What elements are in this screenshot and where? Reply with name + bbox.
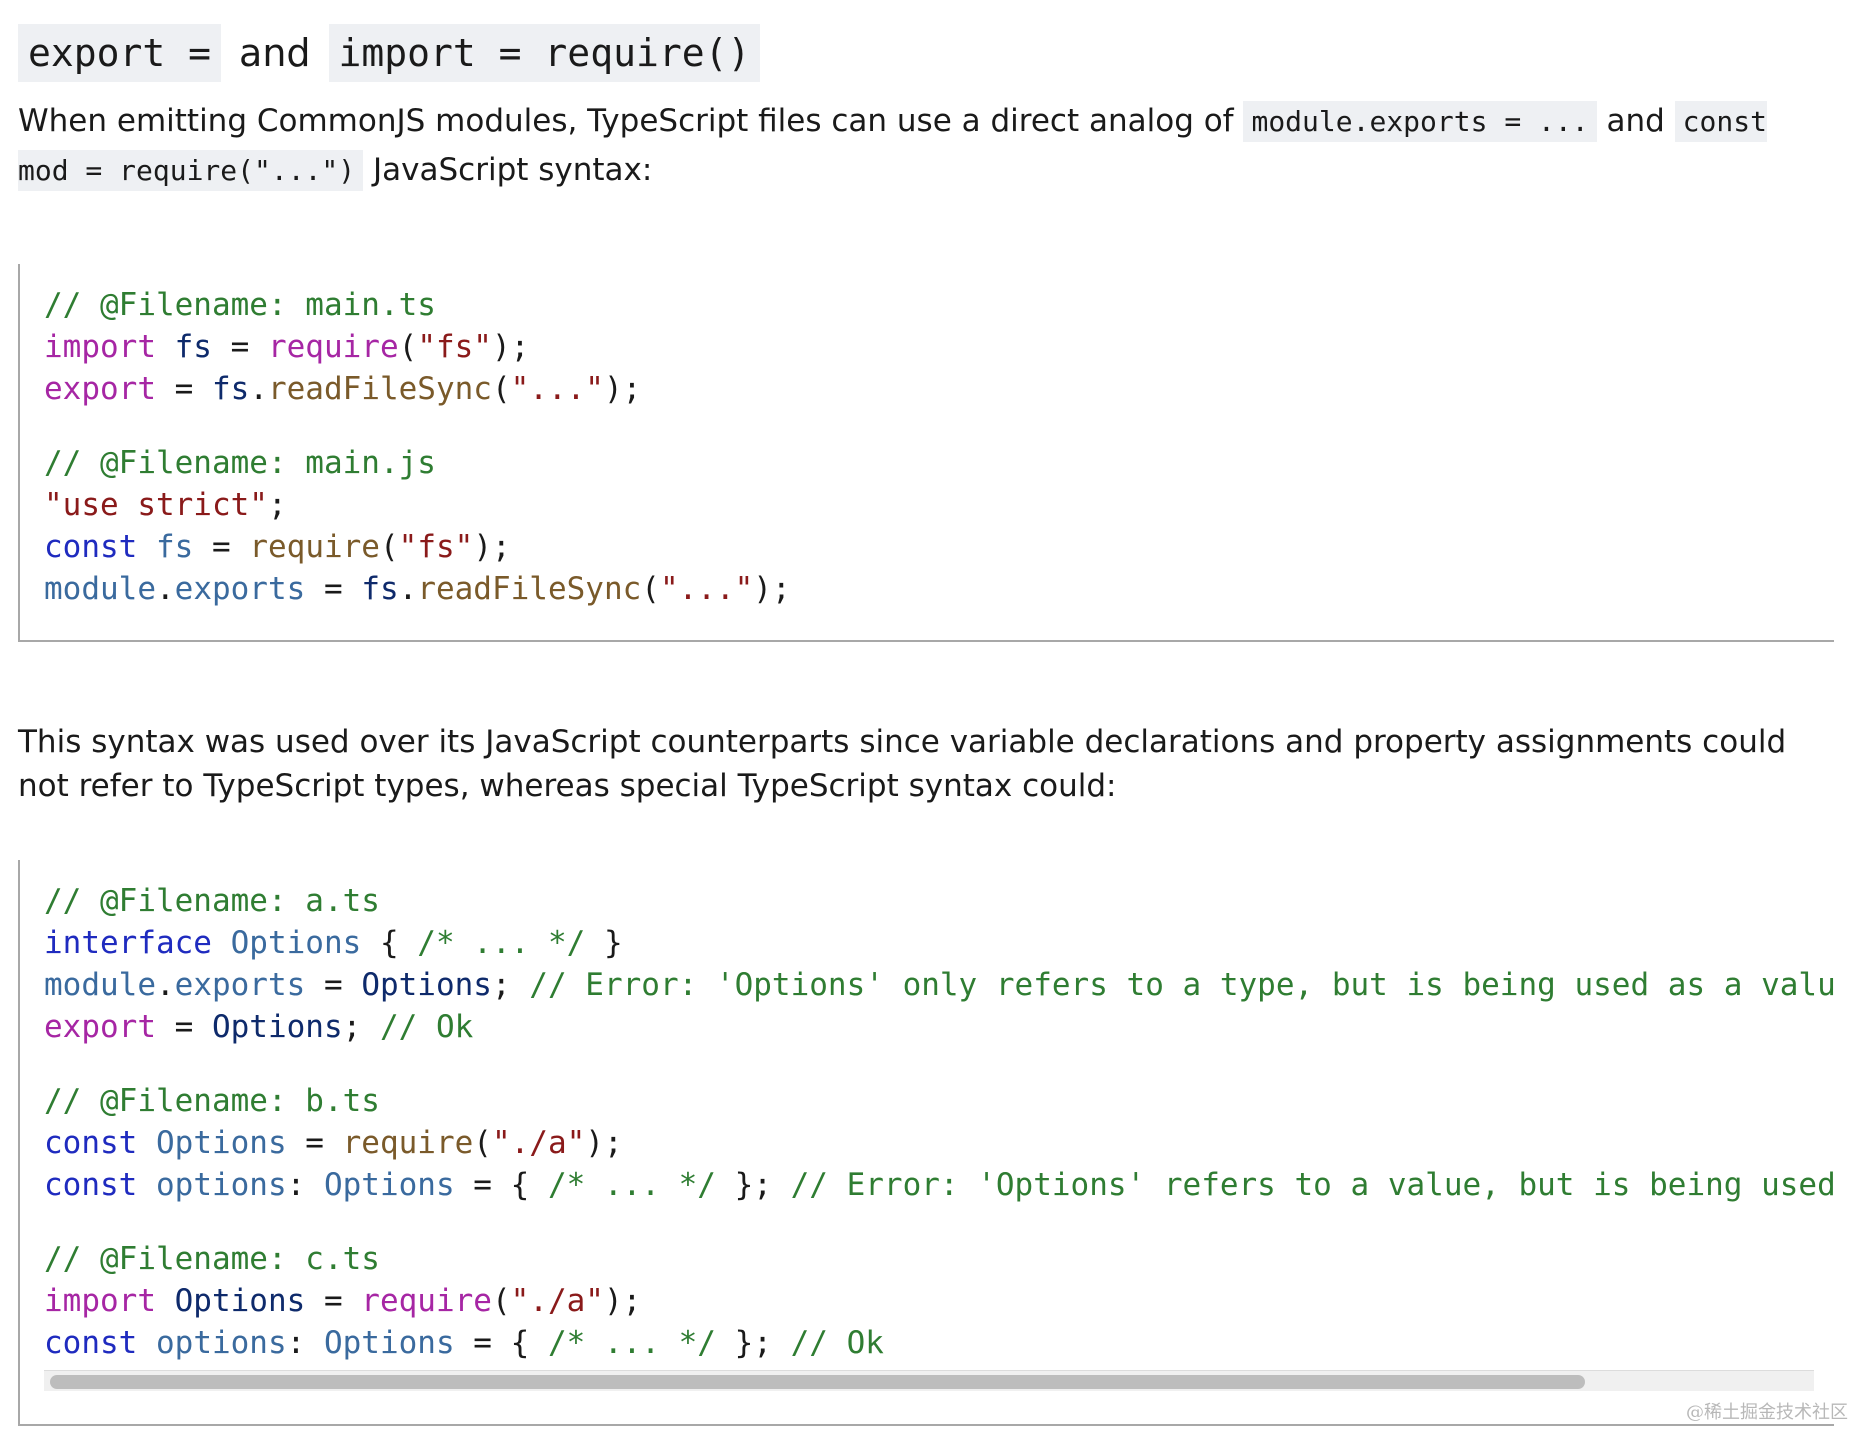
watermark: @稀土掘金技术社区: [1686, 1402, 1848, 1423]
code-block-types-pre: // @Filename: a.ts interface Options { /*…: [20, 860, 1834, 1364]
code-block-types: // @Filename: a.ts interface Options { /*…: [18, 860, 1834, 1426]
code-line: const options: Options = { /* ... */ }; …: [44, 1167, 1834, 1203]
code-line: const Options = require("./a");: [44, 1125, 623, 1161]
code-line: export = Options; // Ok: [44, 1009, 474, 1045]
code-line: // @Filename: a.ts: [44, 883, 380, 919]
scrollbar-thumb[interactable]: [50, 1375, 1585, 1389]
code-gap: [44, 410, 1834, 442]
code-gap: [44, 1048, 1834, 1080]
code-line: import fs = require("fs");: [44, 329, 530, 365]
code-line: // @Filename: main.ts: [44, 287, 436, 323]
horizontal-scrollbar[interactable]: [44, 1370, 1814, 1391]
inline-code-module-exports: module.exports = ...: [1243, 101, 1597, 142]
code-gap: [44, 1206, 1834, 1238]
code-line: // @Filename: main.js: [44, 445, 436, 481]
code-line: module.exports = fs.readFileSync("...");: [44, 571, 791, 607]
code-line: // @Filename: b.ts: [44, 1083, 380, 1119]
code-line: import Options = require("./a");: [44, 1283, 642, 1319]
code-line: const fs = require("fs");: [44, 529, 511, 565]
code-line: interface Options { /* ... */ }: [44, 925, 623, 961]
heading-code-export: export =: [18, 24, 222, 82]
heading-conjunction: and: [239, 31, 311, 75]
intro-text-c: JavaScript syntax:: [363, 152, 653, 188]
code-line: "use strict";: [44, 487, 287, 523]
code-block-main: // @Filename: main.ts import fs = require…: [18, 264, 1834, 642]
intro-paragraph: When emitting CommonJS modules, TypeScri…: [18, 97, 1808, 195]
intro-text-b: and: [1596, 103, 1675, 139]
section-heading: export = and import = require(): [18, 24, 761, 82]
code-line: export = fs.readFileSync("...");: [44, 371, 642, 407]
intro-text-a: When emitting CommonJS modules, TypeScri…: [18, 103, 1244, 139]
heading-code-import-require: import = require(): [328, 24, 761, 82]
code-block-main-pre: // @Filename: main.ts import fs = require…: [20, 264, 1834, 610]
explanation-paragraph: This syntax was used over its JavaScript…: [18, 724, 1787, 804]
code-line: const options: Options = { /* ... */ }; …: [44, 1325, 884, 1361]
code-line: // @Filename: c.ts: [44, 1241, 380, 1277]
code-line: module.exports = Options; // Error: 'Opt…: [44, 967, 1834, 1003]
